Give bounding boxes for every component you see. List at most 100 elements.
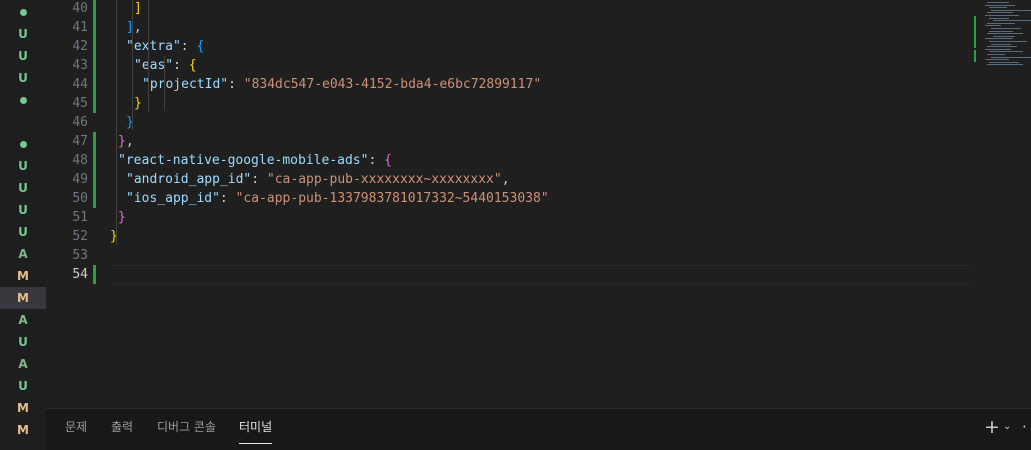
minimap-line — [991, 43, 1011, 45]
line-number: 53 — [72, 248, 88, 263]
code-token: { — [196, 39, 205, 54]
code-text: "ios_app_id": "ca-app-pub-13379837810173… — [126, 189, 549, 208]
code-line[interactable]: 46} — [46, 113, 976, 132]
code-line[interactable]: 53 — [46, 246, 976, 265]
code-line[interactable]: 41], — [46, 18, 976, 37]
git-status-spacer — [0, 111, 46, 133]
code-line[interactable]: 54 — [46, 265, 976, 284]
git-status-badge: U — [0, 45, 46, 67]
indent-guide — [164, 56, 165, 111]
code-token: "ca-app-pub-xxxxxxxx~xxxxxxxx" — [266, 172, 502, 187]
code-token: "834dc547-e043-4152-bda4-e6bc72899117" — [243, 77, 542, 92]
panel-tab-bar: 문제 출력 디버그 콘솔 터미널 + ⌄ · — [46, 408, 1031, 450]
line-number: 49 — [72, 172, 88, 187]
minimap-line — [989, 17, 1009, 19]
minimap-line — [989, 51, 1023, 53]
git-status-letter: U — [18, 379, 28, 393]
git-status-badge: A — [0, 353, 46, 375]
minimap-line — [989, 7, 1007, 9]
git-status-badge: M — [0, 265, 46, 287]
minimap-line — [985, 15, 1019, 16]
git-status-letter: M — [17, 291, 29, 305]
code-text: ], — [126, 18, 142, 37]
code-token: , — [501, 172, 510, 187]
git-status-letter: M — [17, 423, 29, 437]
git-change-marker — [93, 170, 96, 189]
code-token: : — [173, 58, 189, 73]
minimap-line — [987, 33, 1023, 35]
git-status-badge: U — [0, 155, 46, 177]
plus-icon[interactable]: + — [984, 415, 1000, 439]
more-icon[interactable]: · — [1022, 415, 1027, 439]
minimap-line — [993, 35, 1015, 37]
code-token: "react-native-google-mobile-ads" — [118, 153, 369, 168]
git-status-letter: U — [18, 49, 28, 63]
tab-problems[interactable]: 문제 — [65, 409, 87, 450]
git-status-letter: U — [18, 225, 28, 239]
line-number: 48 — [72, 153, 88, 168]
code-line[interactable]: 50 "ios_app_id": "ca-app-pub-133798378101… — [46, 189, 976, 208]
code-line[interactable]: 44 "projectId": "834dc547-e043-4152-bda4-… — [46, 75, 976, 94]
git-status-letter: U — [18, 71, 28, 85]
git-dot-icon — [0, 89, 46, 111]
minimap-line — [987, 54, 1005, 55]
code-token: : — [251, 172, 267, 187]
code-line[interactable]: 43 "eas": { — [46, 56, 976, 75]
line-number: 44 — [72, 77, 88, 92]
code-token: { — [384, 153, 392, 168]
git-change-marker — [93, 75, 96, 94]
code-token: } — [118, 210, 126, 225]
git-change-marker — [93, 151, 96, 170]
code-text: ] — [134, 0, 142, 18]
code-line[interactable]: 49 "android_app_id": "ca-app-pub-xxxxxxxx… — [46, 170, 976, 189]
code-line[interactable]: 42 "extra": { — [46, 37, 976, 56]
code-editor[interactable]: 40] 41], 42 "extra": {43 "eas": {44 "projectI… — [46, 0, 1031, 408]
tab-debug-console[interactable]: 디버그 콘솔 — [157, 409, 216, 450]
minimap-line — [987, 2, 1009, 3]
git-dot-icon — [0, 1, 46, 23]
code-token: "projectId" — [142, 77, 229, 92]
indent-guide — [116, 0, 117, 245]
git-status-letter: A — [18, 247, 28, 261]
code-line[interactable]: 51} — [46, 208, 976, 227]
line-number: 40 — [72, 1, 88, 16]
code-text: "projectId": "834dc547-e043-4152-bda4-e6… — [142, 75, 541, 94]
minimap-line — [985, 48, 1011, 50]
tab-output[interactable]: 출력 — [111, 409, 133, 450]
code-token: "extra" — [126, 39, 181, 54]
git-status-gutter: UUUUUUUAMMAUAUMM — [0, 0, 46, 450]
git-status-badge: U — [0, 331, 46, 353]
code-line[interactable]: 40] — [46, 0, 976, 18]
code-line[interactable]: 45} — [46, 94, 976, 113]
code-token: ] — [134, 1, 142, 16]
git-status-badge: U — [0, 199, 46, 221]
git-status-letter: M — [17, 269, 29, 283]
code-token: "ios_app_id" — [126, 191, 220, 206]
line-number: 51 — [72, 210, 88, 225]
git-status-letter: U — [18, 27, 28, 41]
code-text: } — [134, 94, 142, 113]
code-line[interactable]: 48 "react-native-google-mobile-ads": { — [46, 151, 976, 170]
code-token: { — [188, 58, 197, 73]
git-status-badge: U — [0, 221, 46, 243]
git-change-marker — [93, 0, 96, 18]
indent-guide — [148, 0, 149, 112]
chevron-down-icon[interactable]: ⌄ — [1003, 415, 1011, 439]
code-token: } — [118, 134, 126, 149]
minimap-change-marker — [974, 16, 976, 48]
tab-terminal[interactable]: 터미널 — [239, 409, 273, 450]
minimap-line — [989, 30, 1013, 32]
code-text: "extra": { — [126, 37, 204, 56]
git-status-letter: U — [18, 203, 28, 217]
minimap-line — [987, 46, 1017, 48]
line-number: 50 — [72, 191, 88, 206]
git-change-marker — [93, 56, 96, 75]
git-status-badge: A — [0, 309, 46, 331]
minimap-line — [985, 4, 1015, 6]
code-token: : — [368, 153, 385, 168]
minimap[interactable] — [973, 0, 1031, 408]
code-line[interactable]: 52} — [46, 227, 976, 246]
git-status-letter: U — [18, 181, 28, 195]
code-line[interactable]: 47}, — [46, 132, 976, 151]
code-token: } — [134, 96, 142, 111]
